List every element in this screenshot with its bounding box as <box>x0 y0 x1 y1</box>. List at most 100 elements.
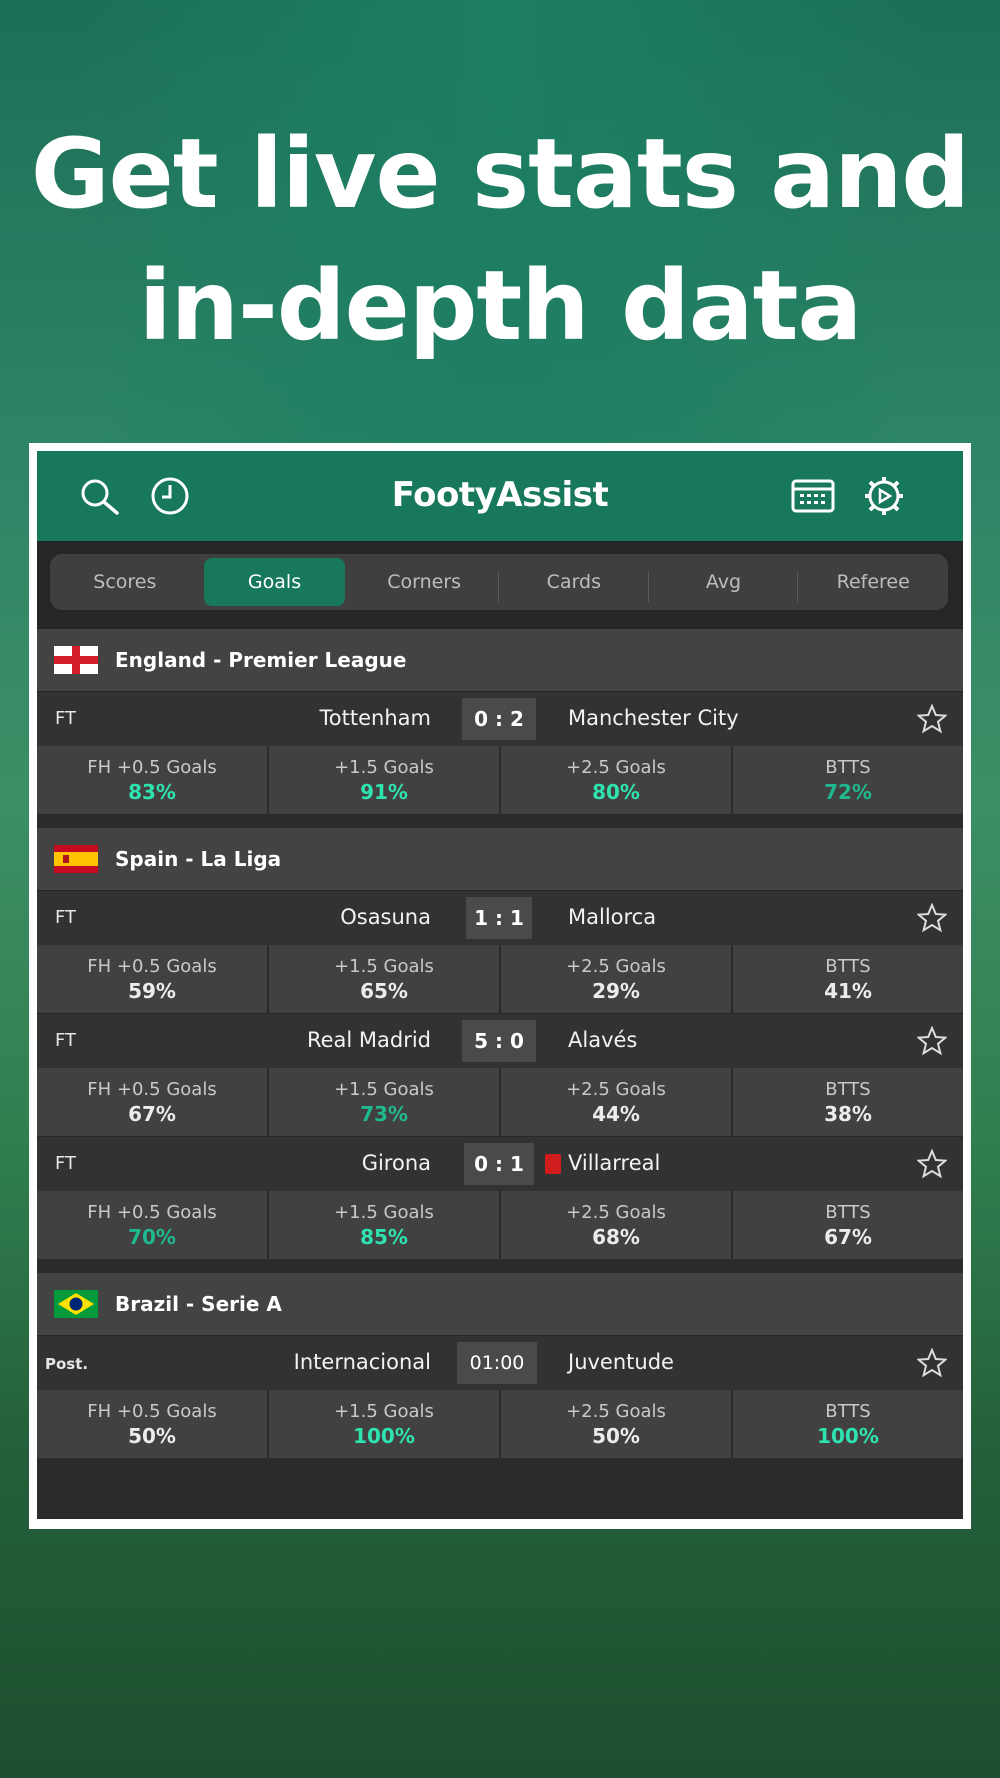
stat-cell: FH +0.5 Goals 50% <box>37 1390 267 1458</box>
league-name: England - Premier League <box>115 648 407 672</box>
section-gap <box>37 814 963 828</box>
match-status: FT <box>55 708 77 729</box>
match-status: FT <box>55 907 77 928</box>
stat-value: 83% <box>128 779 176 804</box>
stat-cell: +1.5 Goals 100% <box>269 1390 499 1458</box>
stat-cell: +2.5 Goals 44% <box>501 1068 731 1136</box>
stat-value: 29% <box>592 978 640 1003</box>
match-stats: FH +0.5 Goals 67% +1.5 Goals 73% +2.5 Goal… <box>37 1068 963 1136</box>
stat-label: BTTS <box>825 1078 871 1100</box>
stat-value: 65% <box>360 978 408 1003</box>
match-stats: FH +0.5 Goals 50% +1.5 Goals 100% +2.5 Goa… <box>37 1390 963 1458</box>
stat-value: 70% <box>128 1224 176 1249</box>
stat-cell: BTTS 72% <box>733 746 963 814</box>
home-team: Osasuna <box>340 905 431 929</box>
match-status: FT <box>55 1153 77 1174</box>
tab-scores[interactable]: Scores <box>54 558 196 606</box>
stat-cell: FH +0.5 Goals 59% <box>37 945 267 1013</box>
stat-value: 67% <box>824 1224 872 1249</box>
stat-label: +1.5 Goals <box>334 1400 434 1422</box>
star-icon[interactable] <box>917 1026 947 1056</box>
stat-cell: BTTS 41% <box>733 945 963 1013</box>
home-team: Real Madrid <box>306 1028 431 1052</box>
settings-gear-icon[interactable] <box>862 476 906 516</box>
star-icon[interactable] <box>917 1149 947 1179</box>
stat-cell: +2.5 Goals 29% <box>501 945 731 1013</box>
league-name: Brazil - Serie A <box>115 1292 282 1316</box>
away-team: Villarreal <box>568 1151 661 1175</box>
stat-label: +2.5 Goals <box>566 1400 666 1422</box>
england-flag-icon <box>54 646 98 674</box>
stat-cell: BTTS 67% <box>733 1191 963 1259</box>
match-row[interactable]: FT Osasuna 1 : 1 Mallorca <box>37 890 963 945</box>
stat-value: 59% <box>128 978 176 1003</box>
stat-cell: FH +0.5 Goals 70% <box>37 1191 267 1259</box>
match-row[interactable]: FT Tottenham 0 : 2 Manchester City <box>37 691 963 746</box>
match-score: 5 : 0 <box>462 1020 536 1062</box>
stat-label: FH +0.5 Goals <box>87 955 217 977</box>
stat-label: +1.5 Goals <box>334 756 434 778</box>
match-row[interactable]: FT Girona 0 : 1 Villarreal <box>37 1136 963 1191</box>
stat-value: 44% <box>592 1101 640 1126</box>
away-team: Manchester City <box>568 706 739 730</box>
tabs-area: Scores Goals Corners Cards Avg Referee <box>37 541 963 629</box>
stat-value: 68% <box>592 1224 640 1249</box>
stat-value: 100% <box>817 1423 879 1448</box>
stat-cell: FH +0.5 Goals 67% <box>37 1068 267 1136</box>
stat-label: +1.5 Goals <box>334 955 434 977</box>
stat-cell: +1.5 Goals 85% <box>269 1191 499 1259</box>
league-header[interactable]: Spain - La Liga <box>37 828 963 890</box>
stat-label: +2.5 Goals <box>566 1201 666 1223</box>
stat-cell: +2.5 Goals 80% <box>501 746 731 814</box>
stat-value: 100% <box>353 1423 415 1448</box>
league-header[interactable]: England - Premier League <box>37 629 963 691</box>
stat-value: 67% <box>128 1101 176 1126</box>
star-icon[interactable] <box>917 1348 947 1378</box>
stat-value: 72% <box>824 779 872 804</box>
stat-value: 73% <box>360 1101 408 1126</box>
match-status: FT <box>55 1030 77 1051</box>
match-row[interactable]: FT Real Madrid 5 : 0 Alavés <box>37 1013 963 1068</box>
stat-label: +2.5 Goals <box>566 756 666 778</box>
tab-cards[interactable]: Cards <box>503 558 649 606</box>
stat-label: FH +0.5 Goals <box>87 756 217 778</box>
match-score: 0 : 1 <box>464 1143 534 1185</box>
stat-cell: +2.5 Goals 68% <box>501 1191 731 1259</box>
brazil-flag-icon <box>54 1290 98 1318</box>
stat-label: FH +0.5 Goals <box>87 1201 217 1223</box>
match-stats: FH +0.5 Goals 59% +1.5 Goals 65% +2.5 Goal… <box>37 945 963 1013</box>
stat-cell: +2.5 Goals 50% <box>501 1390 731 1458</box>
stat-label: FH +0.5 Goals <box>87 1400 217 1422</box>
stat-label: BTTS <box>825 1201 871 1223</box>
spain-flag-icon <box>54 845 98 873</box>
calendar-icon[interactable] <box>791 476 835 516</box>
match-status: Post. <box>45 1355 89 1373</box>
stat-cell: BTTS 38% <box>733 1068 963 1136</box>
section-gap <box>37 1259 963 1273</box>
stat-value: 38% <box>824 1101 872 1126</box>
stat-label: +2.5 Goals <box>566 955 666 977</box>
tab-corners[interactable]: Corners <box>353 558 499 606</box>
match-stats: FH +0.5 Goals 83% +1.5 Goals 91% +2.5 Goal… <box>37 746 963 814</box>
stat-value: 91% <box>360 779 408 804</box>
stat-label: BTTS <box>825 955 871 977</box>
stat-cell: BTTS 100% <box>733 1390 963 1458</box>
stat-tabs: Scores Goals Corners Cards Avg Referee <box>50 554 948 610</box>
app-screen: FootyAssist Scores Goals Corners Cards A… <box>37 451 963 1519</box>
star-icon[interactable] <box>917 903 947 933</box>
league-name: Spain - La Liga <box>115 847 282 871</box>
home-team: Tottenham <box>319 706 431 730</box>
tab-goals[interactable]: Goals <box>203 558 346 606</box>
star-icon[interactable] <box>917 704 947 734</box>
promo-headline: Get live stats and in-depth data <box>0 108 1000 372</box>
tab-avg[interactable]: Avg <box>653 558 799 606</box>
tab-referee[interactable]: Referee <box>802 558 944 606</box>
phone-frame: FootyAssist Scores Goals Corners Cards A… <box>29 443 971 1529</box>
stat-label: BTTS <box>825 756 871 778</box>
match-score: 1 : 1 <box>466 897 532 939</box>
match-row[interactable]: Post. Internacional 01:00 Juventude <box>37 1335 963 1390</box>
stat-cell: +1.5 Goals 65% <box>269 945 499 1013</box>
league-header[interactable]: Brazil - Serie A <box>37 1273 963 1335</box>
headline-line-2: in-depth data <box>138 250 862 362</box>
home-team: Girona <box>361 1151 431 1175</box>
